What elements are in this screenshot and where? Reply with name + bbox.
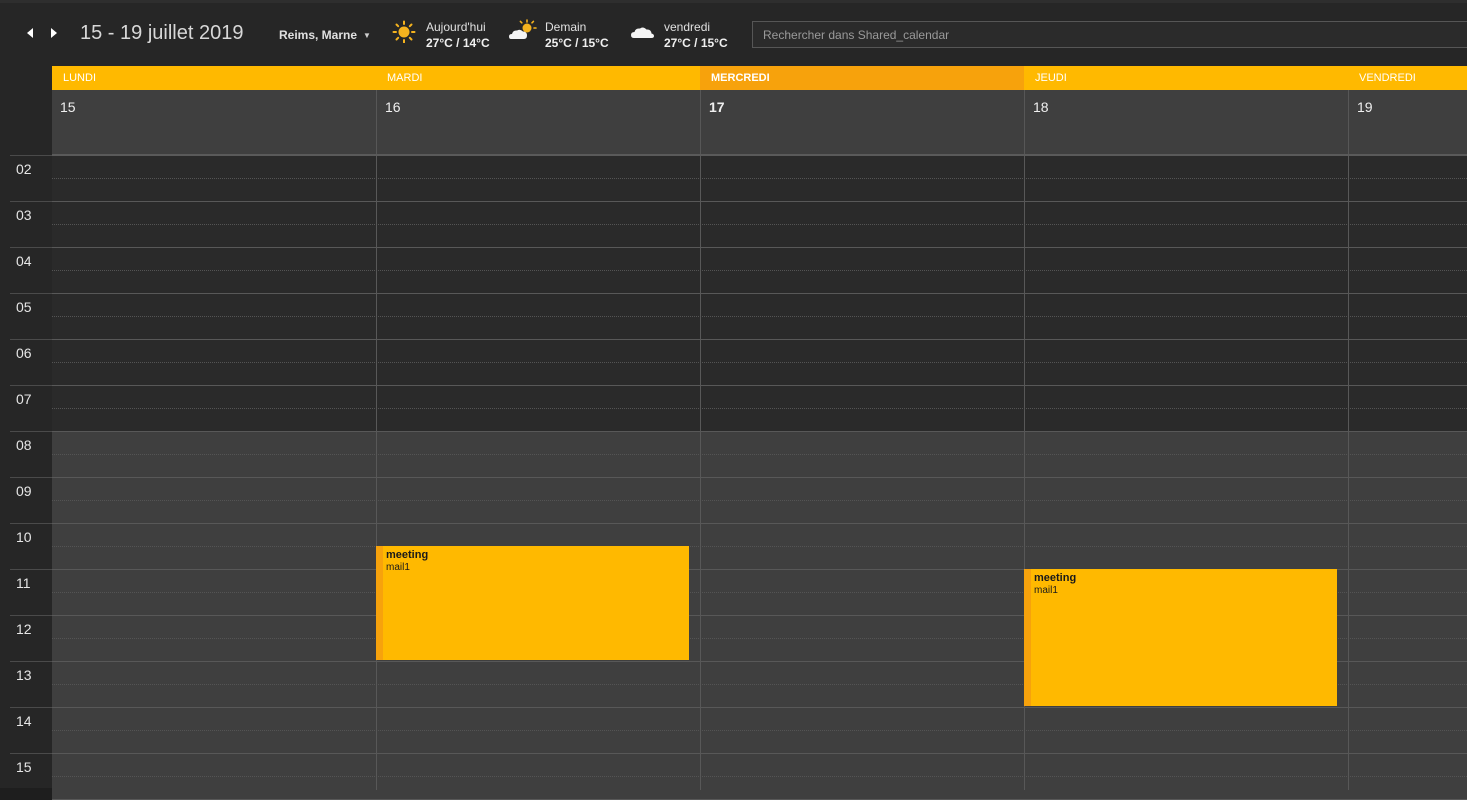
search-input[interactable]: Rechercher dans Shared_calendar: [752, 21, 1467, 48]
hour-row[interactable]: [52, 524, 1467, 570]
date-range-title: 15 - 19 juillet 2019: [80, 22, 244, 44]
hour-label: 10: [16, 529, 32, 545]
hour-row[interactable]: [52, 754, 1467, 800]
location-dropdown[interactable]: Reims, Marne ▼: [279, 28, 371, 42]
gutter-divider: [10, 661, 52, 662]
hour-row[interactable]: [52, 432, 1467, 478]
hour-row[interactable]: [52, 202, 1467, 248]
column-divider: [376, 156, 377, 790]
event-title: meeting: [1034, 572, 1077, 584]
gutter-divider: [10, 385, 52, 386]
gutter-divider: [10, 155, 52, 156]
hour-label: 07: [16, 391, 32, 407]
sun-icon: [392, 19, 416, 48]
hour-label: 11: [16, 575, 31, 591]
day-date: 18: [1024, 90, 1348, 154]
hour-row[interactable]: [52, 248, 1467, 294]
previous-week-icon[interactable]: [25, 27, 37, 41]
gutter-divider: [10, 247, 52, 248]
hour-label: 09: [16, 483, 32, 499]
weather-day-label: Demain: [545, 20, 587, 34]
weather-temperature: 27°C / 15°C: [664, 36, 728, 50]
event-organizer: mail1: [386, 562, 410, 573]
event-title: meeting: [386, 549, 429, 561]
weather-today: Aujourd'hui 27°C / 14°C: [392, 19, 502, 53]
day-name: VENDREDI: [1348, 66, 1467, 90]
hour-row[interactable]: [52, 708, 1467, 754]
day-date: 19: [1348, 90, 1467, 154]
day-name: MERCREDI: [700, 66, 1024, 90]
hour-label: 06: [16, 345, 32, 361]
column-divider: [700, 156, 701, 790]
day-header-monday[interactable]: LUNDI 15: [52, 66, 376, 154]
gutter-divider: [10, 707, 52, 708]
day-name: MARDI: [376, 66, 700, 90]
day-header-wednesday[interactable]: MERCREDI 17: [700, 66, 1024, 154]
hour-label: 15: [16, 759, 32, 775]
day-name: JEUDI: [1024, 66, 1348, 90]
event-meeting-tuesday[interactable]: meeting mail1: [376, 546, 689, 660]
day-name: LUNDI: [52, 66, 376, 90]
event-organizer: mail1: [1034, 585, 1058, 596]
hour-row[interactable]: [52, 386, 1467, 432]
gutter-divider: [10, 615, 52, 616]
weather-day-label: Aujourd'hui: [426, 20, 486, 34]
hour-label: 13: [16, 667, 32, 683]
day-date: 16: [376, 90, 700, 154]
day-date: 17: [700, 90, 1024, 154]
gutter-divider: [10, 293, 52, 294]
weather-temperature: 27°C / 14°C: [426, 36, 490, 50]
weather-tomorrow: Demain 25°C / 15°C: [508, 19, 618, 53]
weather-temperature: 25°C / 15°C: [545, 36, 609, 50]
gutter-divider: [10, 477, 52, 478]
chevron-down-icon: ▼: [363, 31, 371, 40]
hour-row[interactable]: [52, 340, 1467, 386]
hour-label: 05: [16, 299, 32, 315]
top-toolbar: 15 - 19 juillet 2019 Reims, Marne ▼ Aujou…: [0, 0, 1467, 66]
hour-label: 08: [16, 437, 32, 453]
day-header-friday[interactable]: VENDREDI 19: [1348, 66, 1467, 154]
gutter-divider: [10, 201, 52, 202]
day-date: 15: [52, 90, 376, 154]
hour-row[interactable]: [52, 156, 1467, 202]
day-header-tuesday[interactable]: MARDI 16: [376, 66, 700, 154]
location-label: Reims, Marne: [279, 28, 358, 42]
hour-label: 03: [16, 207, 32, 223]
cloudy-icon: [630, 19, 658, 48]
gutter-divider: [10, 569, 52, 570]
weather-day-label: vendredi: [664, 20, 711, 34]
column-divider: [1348, 156, 1349, 790]
day-header-thursday[interactable]: JEUDI 18: [1024, 66, 1348, 154]
event-meeting-thursday[interactable]: meeting mail1: [1024, 569, 1337, 706]
hour-row[interactable]: [52, 294, 1467, 340]
next-week-icon[interactable]: [49, 27, 61, 41]
weather-friday: vendredi 27°C / 15°C: [630, 19, 740, 53]
gutter-divider: [10, 431, 52, 432]
gutter-divider: [10, 523, 52, 524]
hour-label: 14: [16, 713, 32, 729]
partly-cloudy-icon: [508, 19, 538, 48]
hour-label: 02: [16, 161, 32, 177]
hour-row[interactable]: [52, 478, 1467, 524]
gutter-divider: [10, 753, 52, 754]
gutter-divider: [10, 339, 52, 340]
hour-label: 12: [16, 621, 32, 637]
hour-label: 04: [16, 253, 32, 269]
